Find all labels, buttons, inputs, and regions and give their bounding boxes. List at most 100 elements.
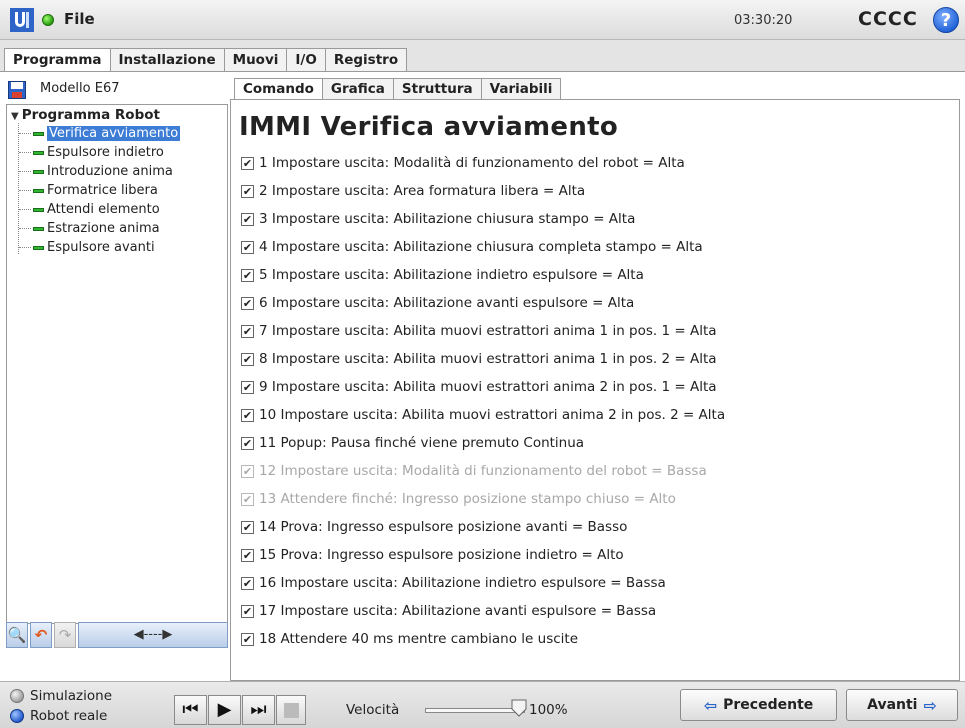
command-item[interactable]: ✔ 5 Impostare uscita: Abilitazione indiet…	[241, 261, 725, 289]
checkbox[interactable]: ✔	[241, 212, 254, 226]
tab-installazione[interactable]: Installazione	[109, 48, 225, 72]
node-bar-icon	[33, 131, 44, 136]
tab-muovi[interactable]: Muovi	[223, 48, 288, 72]
tree-item-estrazione-anima[interactable]: Estrazione anima	[19, 219, 160, 238]
checkbox[interactable]: ✔	[241, 408, 254, 422]
node-bar-icon	[33, 188, 44, 193]
tree-root-label: Programma Robot	[21, 107, 160, 123]
command-item[interactable]: ✔ 14 Prova: Ingresso espulsore posizione …	[241, 513, 725, 541]
tab-registro[interactable]: Registro	[324, 48, 408, 72]
step-forward-button[interactable]: ⏭	[242, 695, 275, 725]
status-dot-icon	[42, 14, 54, 26]
checkbox[interactable]: ✔	[241, 352, 254, 366]
tab-grafica[interactable]: Grafica	[321, 78, 394, 100]
command-item[interactable]: ✔ 8 Impostare uscita: Abilita muovi estra…	[241, 345, 725, 373]
checkbox[interactable]: ✔	[241, 184, 254, 198]
node-bar-icon	[33, 245, 44, 250]
mode-real-robot[interactable]: Robot reale	[10, 708, 107, 724]
undo-icon[interactable]: ↶	[30, 622, 52, 648]
next-button[interactable]: Avanti ⇨	[846, 689, 958, 721]
command-item[interactable]: ✔ 1 Impostare uscita: Modalità di funzion…	[241, 149, 725, 177]
checkbox[interactable]: ✔	[241, 632, 254, 646]
command-item[interactable]: ✔ 2 Impostare uscita: Area formatura libe…	[241, 177, 725, 205]
tree-item-label: Introduzione anima	[47, 164, 173, 179]
command-panel: IMMI Verifica avviamento ✔ 1 Impostare us…	[230, 99, 960, 681]
move-node-button[interactable]: ◀----▶	[78, 622, 228, 648]
command-item[interactable]: ✔ 17 Impostare uscita: Abilitazione avant…	[241, 597, 725, 625]
sub-tabs: Comando Grafica Struttura Variabili	[234, 78, 562, 100]
command-item-disabled[interactable]: ✔ 12 Impostare uscita: Modalità di funzio…	[241, 457, 725, 485]
command-text: 4 Impostare uscita: Abilitazione chiusur…	[259, 239, 703, 255]
command-text: 7 Impostare uscita: Abilita muovi estrat…	[259, 323, 717, 339]
tree-item-espulsore-avanti[interactable]: Espulsore avanti	[19, 238, 155, 257]
previous-label: Precedente	[723, 697, 814, 713]
robot-name: CCCC	[858, 8, 918, 30]
command-item[interactable]: ✔ 3 Impostare uscita: Abilitazione chiusu…	[241, 205, 725, 233]
file-menu[interactable]: File	[64, 10, 95, 28]
command-item[interactable]: ✔ 9 Impostare uscita: Abilita muovi estra…	[241, 373, 725, 401]
radio-simulation-icon[interactable]	[10, 689, 24, 703]
checkbox[interactable]: ✔	[241, 240, 254, 254]
checkbox[interactable]: ✔	[241, 576, 254, 590]
tree-item-label: Verifica avviamento	[47, 126, 181, 141]
tab-comando[interactable]: Comando	[234, 78, 323, 100]
command-item[interactable]: ✔ 10 Impostare uscita: Abilita muovi estr…	[241, 401, 725, 429]
redo-icon[interactable]: ↷	[54, 622, 76, 648]
checkbox[interactable]: ✔	[241, 520, 254, 534]
tree-root[interactable]: ▼ Programma Robot	[11, 107, 160, 123]
tree-item-label: Espulsore indietro	[47, 145, 164, 160]
checkbox[interactable]: ✔	[241, 380, 254, 394]
command-item[interactable]: ✔ 11 Popup: Pausa finché viene premuto Co…	[241, 429, 725, 457]
tab-programma[interactable]: Programma	[4, 48, 111, 73]
tree-item-verifica-avviamento[interactable]: Verifica avviamento	[19, 124, 181, 143]
command-text: 14 Prova: Ingresso espulsore posizione a…	[259, 519, 628, 535]
tree-item-introduzione-anima[interactable]: Introduzione anima	[19, 162, 173, 181]
checkbox[interactable]: ✔	[241, 492, 254, 506]
checkbox[interactable]: ✔	[241, 156, 254, 170]
speed-slider[interactable]	[425, 708, 525, 713]
command-item[interactable]: ✔ 16 Impostare uscita: Abilitazione indie…	[241, 569, 725, 597]
command-text: 18 Attendere 40 ms mentre cambiano le us…	[259, 631, 578, 647]
command-item[interactable]: ✔ 6 Impostare uscita: Abilitazione avanti…	[241, 289, 725, 317]
mode-real-label: Robot reale	[30, 708, 108, 724]
tab-variabili[interactable]: Variabili	[480, 78, 562, 100]
tree-item-attendi-elemento[interactable]: Attendi elemento	[19, 200, 160, 219]
command-text: 17 Impostare uscita: Abilitazione avanti…	[259, 603, 657, 619]
checkbox[interactable]: ✔	[241, 548, 254, 562]
checkbox[interactable]: ✔	[241, 464, 254, 478]
radio-real-robot-icon[interactable]	[10, 709, 24, 723]
checkbox[interactable]: ✔	[241, 324, 254, 338]
save-icon[interactable]	[8, 81, 26, 99]
skip-back-button[interactable]: ⏮	[174, 695, 207, 725]
ur-logo-icon[interactable]	[10, 8, 34, 32]
command-item[interactable]: ✔ 4 Impostare uscita: Abilitazione chiusu…	[241, 233, 725, 261]
command-text: 8 Impostare uscita: Abilita muovi estrat…	[259, 351, 717, 367]
tree-toolbar: 🔍 ↶ ↷ ◀----▶	[6, 622, 228, 650]
tree-item-espulsore-indietro[interactable]: Espulsore indietro	[19, 143, 164, 162]
play-button[interactable]: ▶	[208, 695, 241, 725]
command-text: 13 Attendere finché: Ingresso posizione …	[259, 491, 676, 507]
command-text: 2 Impostare uscita: Area formatura liber…	[259, 183, 586, 199]
stop-button[interactable]	[276, 695, 306, 725]
speed-slider-thumb[interactable]	[511, 699, 527, 717]
command-item[interactable]: ✔ 15 Prova: Ingresso espulsore posizione …	[241, 541, 725, 569]
expand-triangle-icon[interactable]: ▼	[11, 111, 19, 122]
previous-button[interactable]: ⇦ Precedente	[680, 689, 837, 721]
help-icon[interactable]: ?	[933, 7, 959, 33]
tab-struttura[interactable]: Struttura	[392, 78, 482, 100]
next-label: Avanti	[867, 697, 918, 713]
command-text: 15 Prova: Ingresso espulsore posizione i…	[259, 547, 624, 563]
tree-item-formatrice-libera[interactable]: Formatrice libera	[19, 181, 158, 200]
checkbox[interactable]: ✔	[241, 296, 254, 310]
checkbox[interactable]: ✔	[241, 604, 254, 618]
command-item[interactable]: ✔ 18 Attendere 40 ms mentre cambiano le u…	[241, 625, 725, 653]
page-title: IMMI Verifica avviamento	[239, 112, 619, 142]
mode-simulation[interactable]: Simulazione	[10, 688, 112, 704]
command-item-disabled[interactable]: ✔ 13 Attendere finché: Ingresso posizione…	[241, 485, 725, 513]
checkbox[interactable]: ✔	[241, 268, 254, 282]
command-item[interactable]: ✔ 7 Impostare uscita: Abilita muovi estra…	[241, 317, 725, 345]
tab-io[interactable]: I/O	[286, 48, 326, 72]
search-icon[interactable]: 🔍	[6, 622, 28, 648]
node-bar-icon	[33, 226, 44, 231]
checkbox[interactable]: ✔	[241, 436, 254, 450]
